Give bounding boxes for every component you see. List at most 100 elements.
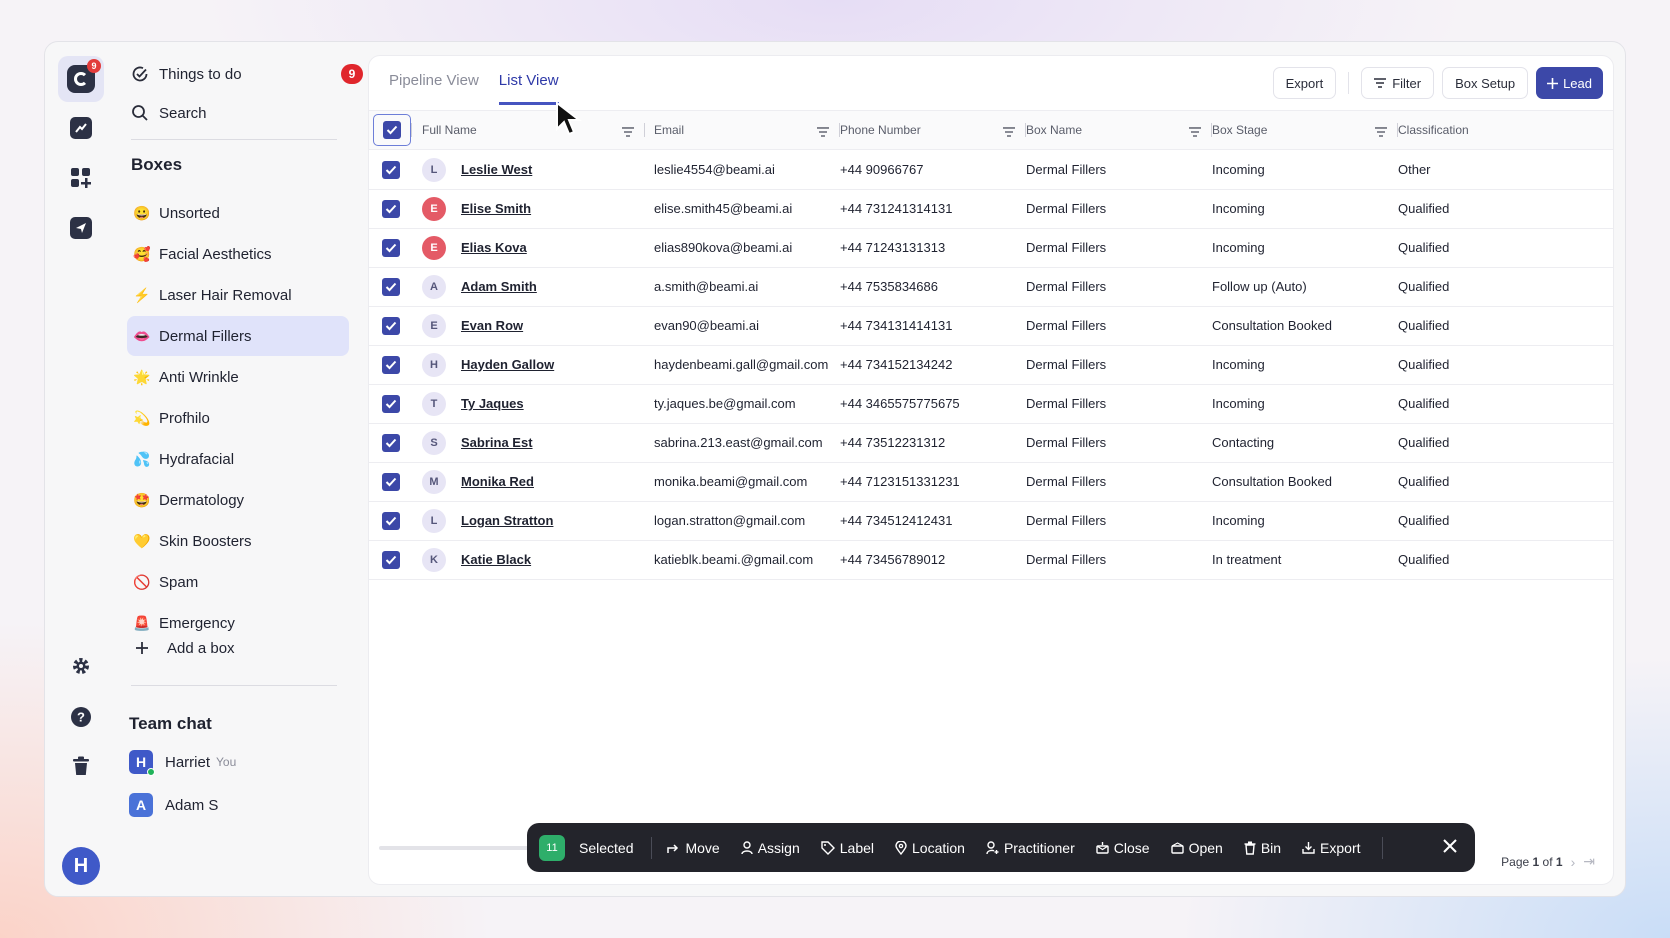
app-logo-icon: 9 (67, 59, 101, 93)
tab-list-view[interactable]: List View (498, 72, 559, 105)
row-checkbox[interactable] (382, 345, 400, 384)
last-page-icon[interactable]: ⇥ (1583, 853, 1595, 870)
lead-name-link[interactable]: Logan Stratton (461, 513, 553, 528)
bulk-action-move[interactable]: Move (666, 840, 720, 856)
analytics-button[interactable] (58, 105, 104, 151)
lead-name-link[interactable]: Monika Red (461, 474, 534, 489)
column-filter-icon[interactable] (622, 124, 634, 137)
box-label: Anti Wrinkle (159, 368, 239, 386)
lead-name-link[interactable]: Leslie West (461, 162, 532, 177)
bulk-action-open[interactable]: Open (1170, 840, 1223, 856)
search-item[interactable]: Search (131, 93, 367, 133)
lead-box-name: Dermal Fillers (1026, 162, 1107, 177)
row-checkbox[interactable] (382, 462, 400, 501)
row-checkbox[interactable] (382, 501, 400, 540)
sidebar-box-item[interactable]: 💦 Hydrafacial (127, 439, 349, 479)
filter-button[interactable]: Filter (1361, 67, 1435, 99)
boxes-button[interactable] (58, 155, 104, 201)
bulk-action-bar: 11 Selected Move Assign Label Location Pract… (527, 823, 1475, 872)
bulk-action-location[interactable]: Location (895, 840, 965, 856)
close-bulk-bar-button[interactable] (1443, 839, 1457, 856)
table-row[interactable]: E Elise Smith elise.smith45@beami.ai +44 73… (369, 189, 1613, 229)
lead-name-link[interactable]: Katie Black (461, 552, 531, 567)
tab-pipeline-view[interactable]: Pipeline View (389, 72, 479, 105)
help-button[interactable]: ? (58, 694, 104, 740)
box-setup-button[interactable]: Box Setup (1442, 67, 1529, 99)
sidebar-box-item[interactable]: 😀 Unsorted (127, 193, 349, 233)
column-header-email[interactable]: Email (654, 111, 839, 149)
select-all-checkbox[interactable] (373, 114, 411, 146)
row-checkbox[interactable] (382, 228, 400, 267)
tag-icon (821, 840, 835, 855)
table-row[interactable]: E Elias Kova elias890kova@beami.ai +44 7124… (369, 228, 1613, 268)
lead-avatar: E (422, 196, 446, 221)
lead-classification: Qualified (1398, 240, 1450, 255)
lead-name-link[interactable]: Elise Smith (461, 201, 531, 216)
column-header-phone-number[interactable]: Phone Number (840, 111, 1025, 149)
table-row[interactable]: A Adam Smith a.smith@beami.ai +44 753583468… (369, 267, 1613, 307)
add-lead-button[interactable]: Lead (1536, 67, 1603, 99)
lead-name-link[interactable]: Sabrina Est (461, 435, 533, 450)
plus-icon (135, 641, 163, 655)
lead-name-link[interactable]: Ty Jaques (461, 396, 524, 411)
table-row[interactable]: S Sabrina Est sabrina.213.east@gmail.com +4… (369, 423, 1613, 463)
chat-member-adam[interactable]: A Adam S (129, 790, 218, 820)
column-header-box-stage[interactable]: Box Stage (1212, 111, 1397, 149)
lead-name-link[interactable]: Elias Kova (461, 240, 527, 255)
user-avatar[interactable]: H (62, 847, 100, 885)
settings-button[interactable] (58, 643, 104, 689)
trash-button[interactable] (58, 743, 104, 789)
row-checkbox[interactable] (382, 306, 400, 345)
table-row[interactable]: L Logan Stratton logan.stratton@gmail.com +… (369, 501, 1613, 541)
bulk-action-close[interactable]: Close (1096, 840, 1150, 856)
table-row[interactable]: M Monika Red monika.beami@gmail.com +44 712… (369, 462, 1613, 502)
bulk-action-practitioner[interactable]: Practitioner (986, 840, 1075, 856)
sidebar-box-item[interactable]: 🌟 Anti Wrinkle (127, 357, 349, 397)
column-header-box-name[interactable]: Box Name (1026, 111, 1211, 149)
table-row[interactable]: E Evan Row evan90@beami.ai +44 734131414131… (369, 306, 1613, 346)
campaigns-button[interactable] (58, 205, 104, 251)
chat-avatar: A (129, 793, 153, 817)
row-checkbox[interactable] (382, 423, 400, 462)
sidebar-box-item[interactable]: 🥰 Facial Aesthetics (127, 234, 349, 274)
sidebar-box-item[interactable]: 👄 Dermal Fillers (127, 316, 349, 356)
lead-name-link[interactable]: Hayden Gallow (461, 357, 554, 372)
add-box-button[interactable]: Add a box (135, 628, 371, 668)
sidebar-box-item[interactable]: 🤩 Dermatology (127, 480, 349, 520)
table-row[interactable]: L Leslie West leslie4554@beami.ai +44 90966… (369, 150, 1613, 190)
filter-icon (1374, 78, 1387, 88)
main-panel: Pipeline View List View Export Filter Bo… (368, 55, 1614, 885)
search-icon (131, 104, 159, 122)
row-checkbox[interactable] (382, 384, 400, 423)
column-filter-icon[interactable] (1189, 124, 1201, 137)
sidebar-box-item[interactable]: 💛 Skin Boosters (127, 521, 349, 561)
column-header-full-name[interactable]: Full Name (422, 111, 644, 149)
table-row[interactable]: T Ty Jaques ty.jaques.be@gmail.com +44 3465… (369, 384, 1613, 424)
bulk-action-label[interactable]: Label (821, 840, 874, 856)
column-filter-icon[interactable] (817, 124, 829, 137)
bin-icon (1244, 841, 1256, 855)
bulk-action-export[interactable]: Export (1302, 840, 1361, 856)
things-to-do-item[interactable]: Things to do 9 (131, 54, 367, 94)
row-checkbox[interactable] (382, 540, 400, 579)
row-checkbox[interactable] (382, 189, 400, 228)
logo-button[interactable]: 9 (58, 56, 104, 102)
row-checkbox[interactable] (382, 267, 400, 306)
lead-avatar: E (422, 313, 446, 338)
export-button[interactable]: Export (1272, 67, 1337, 99)
column-filter-icon[interactable] (1375, 124, 1387, 137)
bulk-action-bin[interactable]: Bin (1244, 840, 1281, 856)
chat-member-harriet[interactable]: H Harriet You (129, 747, 236, 777)
table-row[interactable]: H Hayden Gallow haydenbeami.gall@gmail.com… (369, 345, 1613, 385)
column-filter-icon[interactable] (1003, 124, 1015, 137)
sidebar-box-item[interactable]: ⚡ Laser Hair Removal (127, 275, 349, 315)
bulk-action-assign[interactable]: Assign (741, 840, 800, 856)
lead-name-link[interactable]: Adam Smith (461, 279, 537, 294)
next-page-icon[interactable]: › (1571, 854, 1576, 870)
table-row[interactable]: K Katie Black katieblk.beami.@gmail.com +44… (369, 540, 1613, 580)
lead-name-link[interactable]: Evan Row (461, 318, 523, 333)
row-checkbox[interactable] (382, 150, 400, 189)
column-header-classification[interactable]: Classification (1398, 111, 1598, 149)
sidebar-box-item[interactable]: 🚫 Spam (127, 562, 349, 602)
sidebar-box-item[interactable]: 💫 Profhilo (127, 398, 349, 438)
